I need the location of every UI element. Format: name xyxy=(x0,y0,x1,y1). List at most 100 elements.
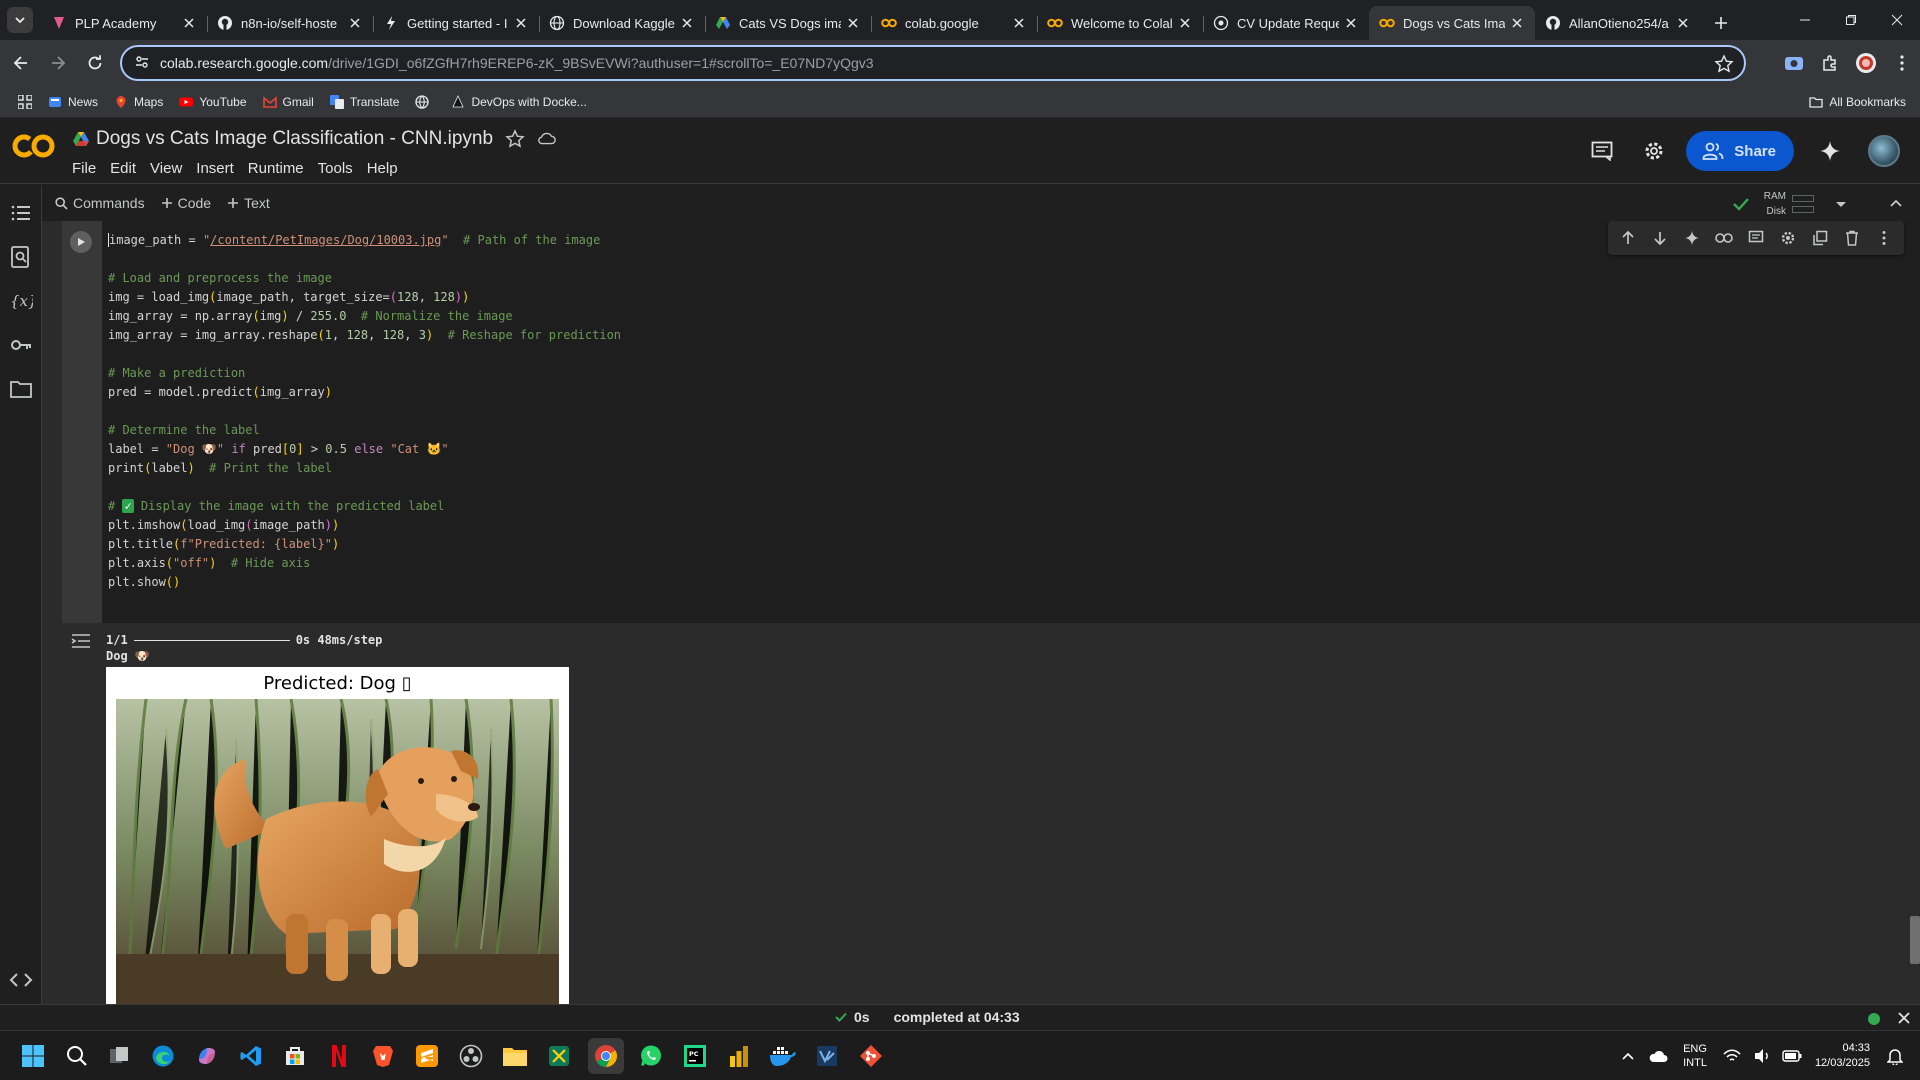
code-snippets-icon[interactable] xyxy=(9,970,33,990)
menu-view[interactable]: View xyxy=(150,160,182,177)
menu-tools[interactable]: Tools xyxy=(318,160,353,177)
link-icon[interactable] xyxy=(1708,222,1740,254)
all-bookmarks[interactable]: All Bookmarks xyxy=(1801,88,1914,116)
close-icon[interactable] xyxy=(1343,15,1359,31)
close-icon[interactable] xyxy=(679,15,695,31)
output-actions-icon[interactable] xyxy=(70,631,92,653)
docker-icon[interactable] xyxy=(768,1041,798,1071)
tab-dogs-vs-cats-active[interactable]: Dogs vs Cats Imag xyxy=(1369,6,1535,40)
comment-icon[interactable] xyxy=(1740,222,1772,254)
bookmark-star-icon[interactable] xyxy=(1714,54,1734,74)
onedrive-cloud-icon[interactable] xyxy=(1647,1045,1669,1067)
close-icon[interactable] xyxy=(347,15,363,31)
execution-status[interactable]: 0s completed at 04:33 xyxy=(834,1009,1020,1025)
avatar[interactable] xyxy=(1868,135,1900,167)
notebook-scrollbar[interactable] xyxy=(1910,916,1920,964)
microsoft-store-icon[interactable] xyxy=(280,1041,310,1071)
task-view-icon[interactable] xyxy=(104,1041,134,1071)
minimize-button[interactable] xyxy=(1782,0,1828,40)
star-icon[interactable] xyxy=(505,129,525,149)
profile-avatar[interactable] xyxy=(1848,45,1884,81)
files-folder-icon[interactable] xyxy=(9,377,33,401)
bookmark-youtube[interactable]: YouTube xyxy=(171,88,254,116)
more-vert-icon[interactable] xyxy=(1868,222,1900,254)
tab-download-kaggle[interactable]: Download Kaggle xyxy=(539,6,705,40)
tab-welcome-colab[interactable]: Welcome to Colal xyxy=(1037,6,1203,40)
close-icon[interactable] xyxy=(1675,15,1691,31)
gemini-sparkle-icon[interactable] xyxy=(1676,222,1708,254)
close-icon[interactable] xyxy=(845,15,861,31)
search-icon[interactable] xyxy=(62,1041,92,1071)
chrome-icon[interactable] xyxy=(588,1038,624,1074)
virtualbox-icon[interactable] xyxy=(812,1041,842,1071)
move-up-icon[interactable] xyxy=(1612,222,1644,254)
bookmark-news[interactable]: News xyxy=(40,88,106,116)
bookmark-globe[interactable] xyxy=(407,88,443,116)
menu-edit[interactable]: Edit xyxy=(110,160,136,177)
file-explorer-icon[interactable] xyxy=(500,1041,530,1071)
settings-gear-icon[interactable] xyxy=(1772,222,1804,254)
whatsapp-icon[interactable] xyxy=(636,1041,666,1071)
menu-insert[interactable]: Insert xyxy=(196,160,234,177)
copilot-icon[interactable] xyxy=(192,1041,222,1071)
tab-search-button[interactable] xyxy=(7,7,33,33)
reload-button[interactable] xyxy=(79,47,111,79)
close-icon[interactable] xyxy=(1509,15,1525,31)
settings-gear-icon[interactable] xyxy=(1634,131,1674,171)
mirror-cell-icon[interactable] xyxy=(1804,222,1836,254)
tab-cv-update[interactable]: CV Update Reque xyxy=(1203,6,1369,40)
edge-icon[interactable] xyxy=(148,1041,178,1071)
close-icon[interactable] xyxy=(1896,1010,1912,1026)
move-down-icon[interactable] xyxy=(1644,222,1676,254)
browser-menu-icon[interactable] xyxy=(1884,45,1920,81)
windows-start-icon[interactable] xyxy=(18,1041,48,1071)
close-icon[interactable] xyxy=(181,15,197,31)
back-button[interactable] xyxy=(5,47,37,79)
close-icon[interactable] xyxy=(513,15,529,31)
apps-icon[interactable] xyxy=(0,88,40,116)
battery-icon[interactable] xyxy=(1781,1045,1803,1067)
commands-button[interactable]: Commands xyxy=(55,195,145,211)
forward-button[interactable] xyxy=(42,47,74,79)
address-bar[interactable]: colab.research.google.com/drive/1GDI_o6f… xyxy=(120,45,1746,81)
chevron-up-icon[interactable] xyxy=(1617,1045,1639,1067)
clock[interactable]: 04:33 12/03/2025 xyxy=(1815,1041,1870,1071)
cloud-sync-icon[interactable] xyxy=(537,129,557,149)
bookmark-translate[interactable]: Translate xyxy=(322,88,408,116)
tab-allanotieno-github[interactable]: AllanOtieno254/a xyxy=(1535,6,1701,40)
code-editor[interactable]: image_path = "/content/PetImages/Dog/100… xyxy=(102,221,1920,623)
variables-icon[interactable]: {x} xyxy=(9,289,33,313)
comments-icon[interactable] xyxy=(1582,131,1622,171)
notebook-title[interactable]: Dogs vs Cats Image Classification - CNN.… xyxy=(96,128,493,150)
volume-icon[interactable] xyxy=(1751,1045,1773,1067)
close-icon[interactable] xyxy=(1011,15,1027,31)
bookmark-devops[interactable]: DevOps with Docke... xyxy=(443,88,594,116)
delete-trash-icon[interactable] xyxy=(1836,222,1868,254)
brave-icon[interactable] xyxy=(368,1041,398,1071)
tab-plp-academy[interactable]: PLP Academy xyxy=(41,6,207,40)
restore-button[interactable] xyxy=(1828,0,1874,40)
run-cell-button[interactable] xyxy=(70,231,92,253)
pycharm-icon[interactable]: PC xyxy=(680,1041,710,1071)
wifi-icon[interactable] xyxy=(1721,1045,1743,1067)
netflix-icon[interactable] xyxy=(324,1041,354,1071)
notification-bell-icon[interactable] xyxy=(1884,1045,1906,1067)
sublime-icon[interactable] xyxy=(412,1041,442,1071)
new-tab-button[interactable] xyxy=(1707,9,1735,37)
obs-icon[interactable] xyxy=(456,1041,486,1071)
tab-n8n-github[interactable]: n8n-io/self-hoste xyxy=(207,6,373,40)
menu-runtime[interactable]: Runtime xyxy=(248,160,304,177)
add-text-button[interactable]: Text xyxy=(227,195,270,211)
secrets-key-icon[interactable] xyxy=(9,333,33,357)
collapse-header-icon[interactable] xyxy=(1886,193,1906,213)
close-icon[interactable] xyxy=(1177,15,1193,31)
vscode-icon[interactable] xyxy=(236,1041,266,1071)
resource-monitor[interactable]: RAM Disk xyxy=(1730,189,1850,219)
power-bi-icon[interactable] xyxy=(724,1041,754,1071)
menu-file[interactable]: File xyxy=(72,160,96,177)
language-indicator[interactable]: ENG INTL xyxy=(1683,1042,1707,1070)
extensions-icon[interactable] xyxy=(1812,45,1848,81)
bookmark-gmail[interactable]: Gmail xyxy=(255,88,322,116)
close-window-button[interactable] xyxy=(1874,0,1920,40)
menu-help[interactable]: Help xyxy=(367,160,398,177)
